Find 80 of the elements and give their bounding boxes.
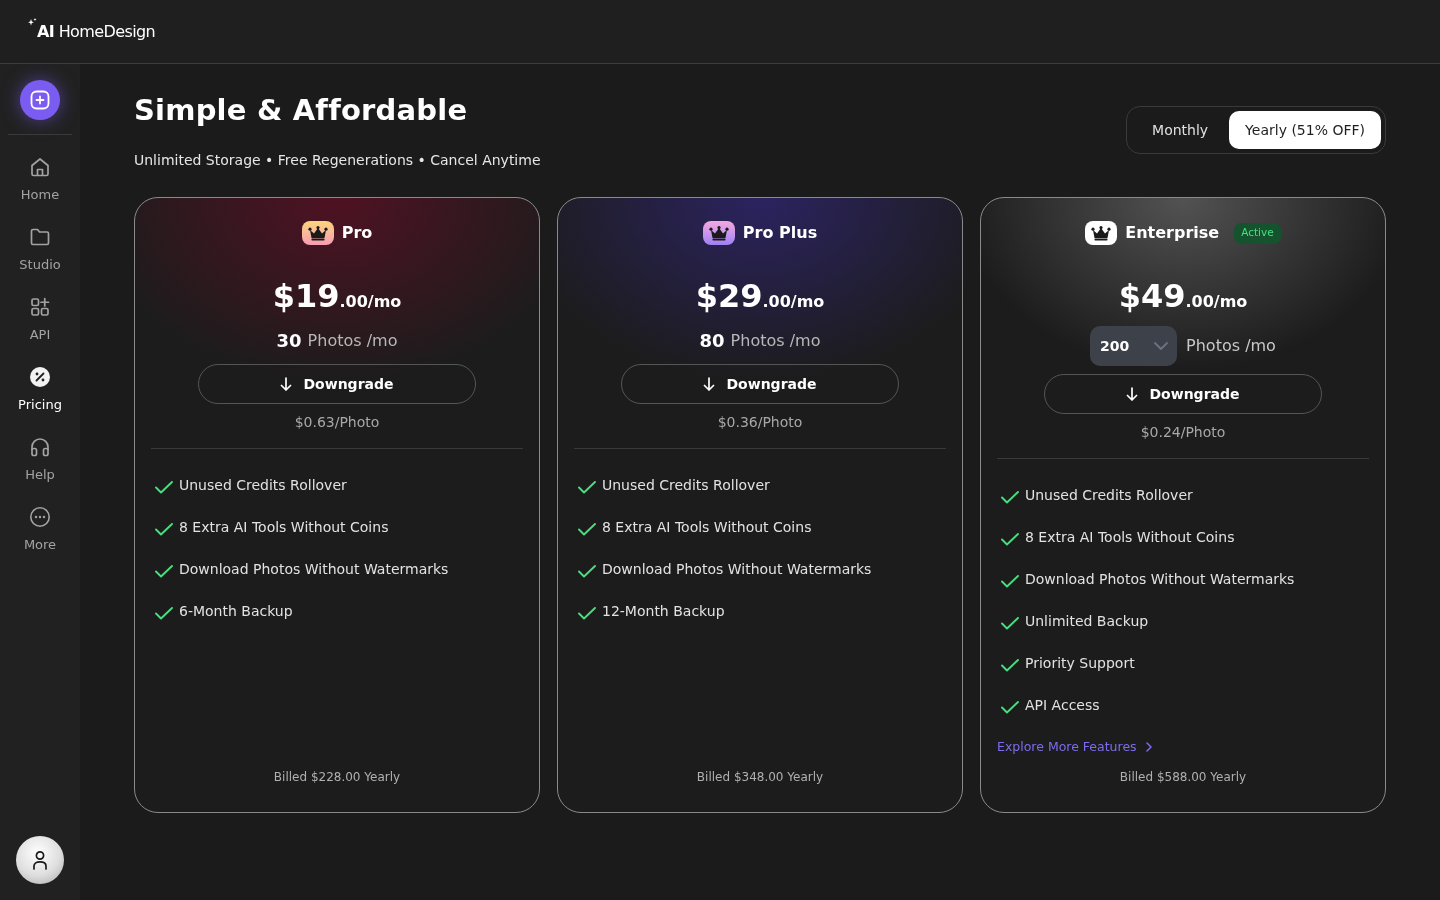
check-icon — [1001, 617, 1019, 630]
check-icon — [578, 607, 596, 620]
nav-item[interactable]: Home — [8, 145, 72, 215]
price-per-photo: $0.36/Photo — [716, 413, 804, 432]
nav-item[interactable]: Help — [8, 425, 72, 495]
page-subtitle: Unlimited Storage • Free Regenerations • Cancel Anytime — [134, 151, 541, 170]
feature-text: API Access — [1025, 696, 1100, 715]
billing-note: Billed $228.00 Yearly — [272, 769, 402, 786]
billing-note: Billed $588.00 Yearly — [1118, 769, 1248, 786]
price-suffix: .00/mo — [1185, 292, 1248, 312]
photos-count: 80 — [699, 329, 725, 353]
nav-item[interactable]: API — [8, 285, 72, 355]
photos-dropdown[interactable]: 200 — [1090, 326, 1178, 366]
photos-unit: Photos /mo — [1186, 336, 1276, 356]
arrow-down-icon — [703, 377, 716, 391]
headphones-icon — [29, 436, 51, 458]
feature-text: Priority Support — [1025, 654, 1135, 673]
crown-icon — [301, 221, 334, 245]
feature-text: 8 Extra AI Tools Without Coins — [602, 518, 812, 537]
add-button[interactable] — [20, 80, 60, 120]
check-icon — [155, 565, 173, 578]
feature-text: 8 Extra AI Tools Without Coins — [1025, 528, 1235, 547]
feature-text: Unused Credits Rollover — [179, 476, 347, 495]
check-icon — [155, 523, 173, 536]
plus-square-icon — [30, 90, 50, 110]
check-icon — [1001, 701, 1019, 714]
check-icon — [155, 607, 173, 620]
arrow-down-icon — [1126, 387, 1139, 401]
logo-text: AI HomeDesign — [37, 21, 156, 42]
billing-tab[interactable]: Monthly — [1131, 111, 1230, 149]
nav-item[interactable]: Pricing — [8, 355, 72, 425]
feature-text: Unlimited Backup — [1025, 612, 1149, 631]
feature-text: Unused Credits Rollover — [1025, 486, 1193, 505]
photos-unit: Photos /mo — [730, 331, 821, 351]
folder-icon — [29, 226, 51, 248]
billing-note: Billed $348.00 Yearly — [695, 769, 825, 786]
plan-name: Pro Plus — [742, 223, 818, 243]
arrow-down-icon — [280, 377, 293, 391]
feature-text: 12-Month Backup — [602, 602, 725, 621]
nav-item[interactable]: Studio — [8, 215, 72, 285]
explore-link[interactable]: Explore More Features — [997, 737, 1152, 757]
feature-text: Unused Credits Rollover — [602, 476, 770, 495]
chevron-right-icon — [1145, 742, 1152, 752]
feature-text: Download Photos Without Watermarks — [179, 560, 449, 579]
more-icon — [29, 506, 51, 528]
page-title: Simple & Affordable — [134, 92, 469, 129]
check-icon — [1001, 533, 1019, 546]
nav-item[interactable]: More — [8, 495, 72, 565]
photos-count: 30 — [276, 329, 302, 353]
feature-text: Download Photos Without Watermarks — [1025, 570, 1295, 589]
billing-tab[interactable]: Yearly (51% OFF) — [1229, 111, 1381, 149]
plan-name: Pro — [341, 223, 373, 243]
price-amount: $49 — [1118, 276, 1186, 316]
check-icon — [1001, 659, 1019, 672]
check-icon — [1001, 491, 1019, 504]
photos-unit: Photos /mo — [307, 331, 398, 351]
feature-text: Download Photos Without Watermarks — [602, 560, 872, 579]
chevron-down-icon — [1154, 342, 1169, 350]
check-icon — [578, 565, 596, 578]
check-icon — [1001, 575, 1019, 588]
price-per-photo: $0.63/Photo — [293, 413, 381, 432]
feature-text: 8 Extra AI Tools Without Coins — [179, 518, 389, 537]
percent-icon — [29, 366, 51, 388]
home-icon — [29, 156, 51, 178]
price-per-photo: $0.24/Photo — [1139, 423, 1227, 442]
price-suffix: .00/mo — [762, 292, 825, 312]
person-icon — [33, 850, 47, 870]
check-icon — [578, 523, 596, 536]
price-suffix: .00/mo — [339, 292, 402, 312]
status-badge: Active — [1234, 222, 1281, 244]
feature-text: 6-Month Backup — [179, 602, 293, 621]
crown-icon — [702, 221, 735, 245]
plan-name: Enterprise — [1125, 223, 1220, 243]
grid-plus-icon — [29, 296, 51, 318]
avatar-button[interactable] — [16, 836, 64, 884]
check-icon — [578, 481, 596, 494]
price-amount: $19 — [272, 276, 340, 316]
price-amount: $29 — [695, 276, 763, 316]
check-icon — [155, 481, 173, 494]
crown-icon — [1085, 221, 1118, 245]
